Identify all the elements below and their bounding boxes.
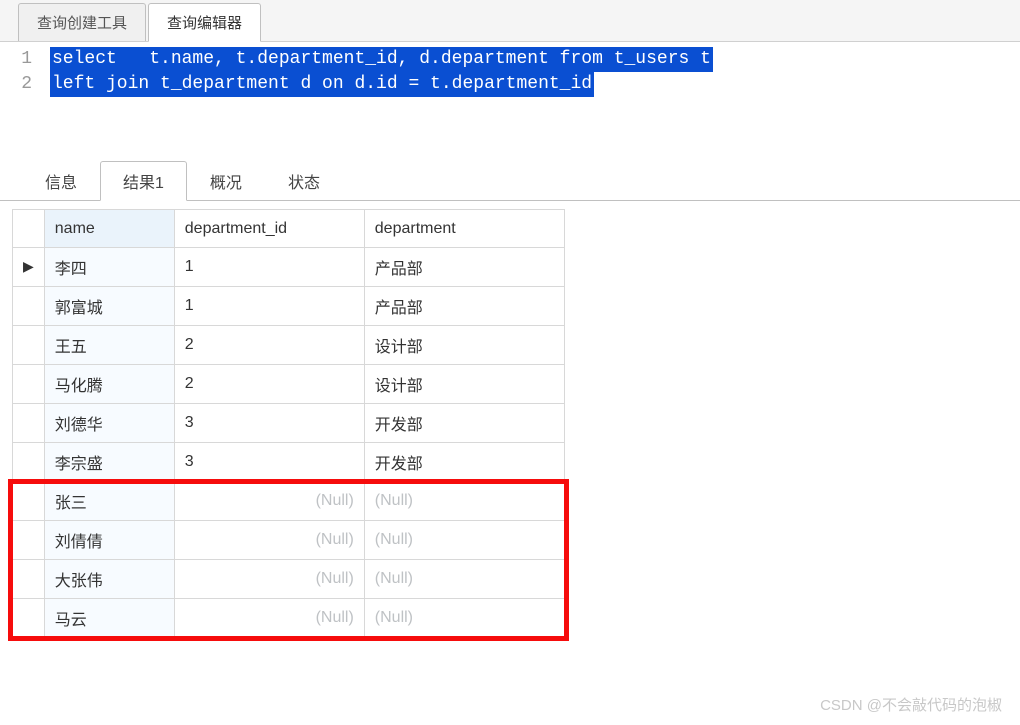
row-indicator: [13, 287, 45, 326]
result-grid[interactable]: namedepartment_iddepartment ▶李四1产品部郭富城1产…: [12, 209, 565, 638]
table-row[interactable]: 李宗盛3开发部: [13, 443, 565, 482]
cell[interactable]: (Null): [364, 599, 564, 638]
table-row[interactable]: 马云 (Null) (Null): [13, 599, 565, 638]
cell[interactable]: 郭富城: [44, 287, 174, 326]
cell[interactable]: 张三: [44, 482, 174, 521]
cell[interactable]: (Null): [364, 560, 564, 599]
cell[interactable]: (Null): [364, 521, 564, 560]
current-row-icon: ▶: [23, 258, 34, 275]
cell[interactable]: (Null): [174, 521, 364, 560]
result-tabs: 信息结果1概况状态: [0, 161, 1020, 201]
table-row[interactable]: 王五2设计部: [13, 326, 565, 365]
cell[interactable]: 开发部: [364, 443, 564, 482]
null-value: (Null): [316, 609, 354, 626]
table-row[interactable]: 刘倩倩 (Null) (Null): [13, 521, 565, 560]
table-row[interactable]: 大张伟 (Null) (Null): [13, 560, 565, 599]
cell[interactable]: 开发部: [364, 404, 564, 443]
result-tab[interactable]: 概况: [187, 161, 265, 200]
table-row[interactable]: 刘德华3开发部: [13, 404, 565, 443]
cell[interactable]: 刘倩倩: [44, 521, 174, 560]
cell[interactable]: (Null): [174, 599, 364, 638]
cell[interactable]: 2: [174, 326, 364, 365]
cell[interactable]: 马云: [44, 599, 174, 638]
cell[interactable]: 设计部: [364, 365, 564, 404]
column-header[interactable]: name: [44, 210, 174, 248]
row-indicator: [13, 326, 45, 365]
cell[interactable]: (Null): [174, 560, 364, 599]
watermark: CSDN @不会敲代码的泡椒: [820, 694, 1002, 715]
row-indicator: [13, 599, 45, 638]
cell[interactable]: 李宗盛: [44, 443, 174, 482]
cell[interactable]: 设计部: [364, 326, 564, 365]
null-value: (Null): [316, 531, 354, 548]
line-number: 1: [0, 47, 32, 72]
row-indicator: [13, 482, 45, 521]
column-header[interactable]: department_id: [174, 210, 364, 248]
cell[interactable]: 3: [174, 404, 364, 443]
sql-line[interactable]: left join t_department d on d.id = t.dep…: [50, 72, 594, 97]
table-row[interactable]: ▶ 李四1产品部: [13, 248, 565, 287]
table-row[interactable]: 张三 (Null) (Null): [13, 482, 565, 521]
row-indicator-header: [13, 210, 45, 248]
row-indicator: [13, 443, 45, 482]
cell[interactable]: 2: [174, 365, 364, 404]
cell[interactable]: 1: [174, 248, 364, 287]
editor-tab[interactable]: 查询创建工具: [18, 3, 146, 41]
editor-tabs: 查询创建工具查询编辑器: [0, 0, 1020, 42]
cell[interactable]: 李四: [44, 248, 174, 287]
row-indicator: [13, 560, 45, 599]
table-row[interactable]: 郭富城1产品部: [13, 287, 565, 326]
line-number: 2: [0, 72, 32, 97]
cell[interactable]: 产品部: [364, 248, 564, 287]
null-value: (Null): [316, 492, 354, 509]
sql-code[interactable]: select t.name, t.department_id, d.depart…: [50, 47, 1020, 97]
sql-line[interactable]: select t.name, t.department_id, d.depart…: [50, 47, 713, 72]
column-header[interactable]: department: [364, 210, 564, 248]
cell[interactable]: (Null): [174, 482, 364, 521]
cell[interactable]: 马化腾: [44, 365, 174, 404]
null-value: (Null): [375, 570, 413, 587]
cell[interactable]: 刘德华: [44, 404, 174, 443]
cell[interactable]: 大张伟: [44, 560, 174, 599]
row-indicator: [13, 521, 45, 560]
row-indicator: ▶: [13, 248, 45, 287]
cell[interactable]: (Null): [364, 482, 564, 521]
cell[interactable]: 王五: [44, 326, 174, 365]
result-tab[interactable]: 状态: [265, 161, 343, 200]
null-value: (Null): [375, 531, 413, 548]
result-tab[interactable]: 信息: [22, 161, 100, 200]
table-row[interactable]: 马化腾2设计部: [13, 365, 565, 404]
null-value: (Null): [375, 492, 413, 509]
line-gutter: 12: [0, 47, 50, 97]
row-indicator: [13, 365, 45, 404]
null-value: (Null): [316, 570, 354, 587]
sql-editor[interactable]: 12 select t.name, t.department_id, d.dep…: [0, 42, 1020, 157]
cell[interactable]: 1: [174, 287, 364, 326]
null-value: (Null): [375, 609, 413, 626]
result-tab[interactable]: 结果1: [100, 161, 187, 201]
editor-tab[interactable]: 查询编辑器: [148, 3, 261, 42]
row-indicator: [13, 404, 45, 443]
cell[interactable]: 产品部: [364, 287, 564, 326]
cell[interactable]: 3: [174, 443, 364, 482]
